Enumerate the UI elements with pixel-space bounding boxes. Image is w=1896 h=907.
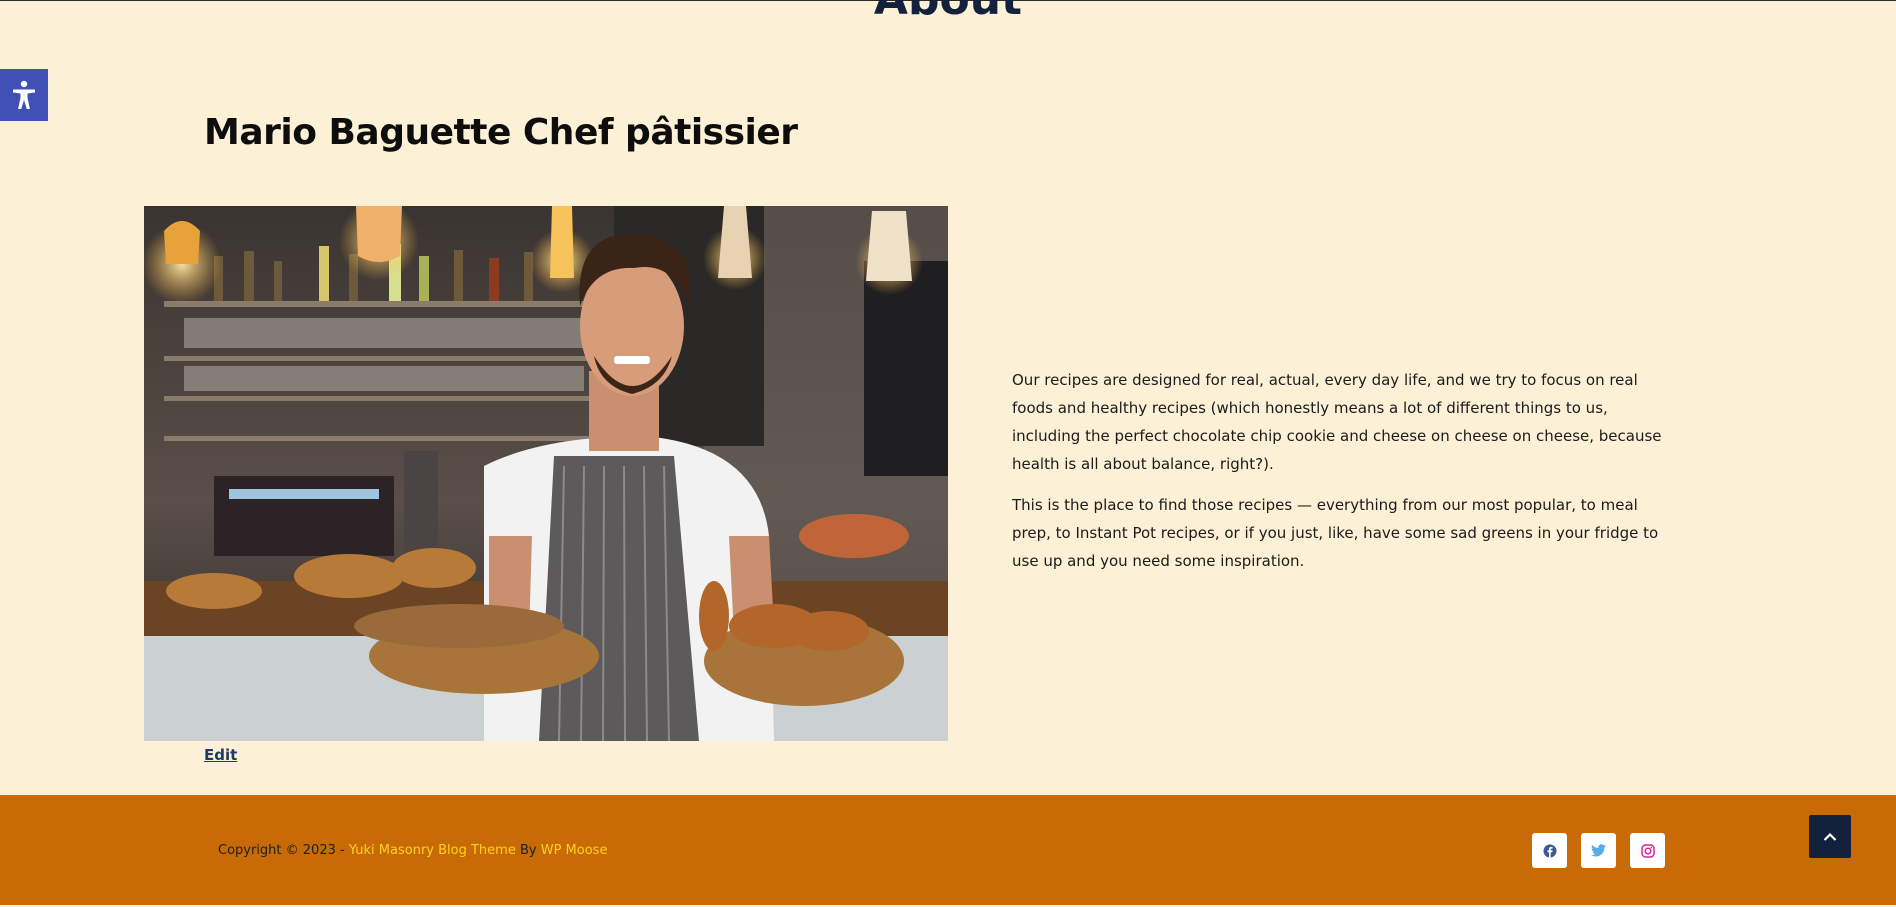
author-link[interactable]: WP Moose — [541, 843, 608, 858]
copyright: Copyright © 2023 - Yuki Masonry Blog The… — [218, 843, 607, 858]
chef-heading: Mario Baguette Chef pâtissier — [204, 112, 798, 153]
copyright-by: By — [515, 843, 541, 858]
accessibility-icon — [13, 80, 35, 109]
about-text: Our recipes are designed for real, actua… — [1012, 366, 1680, 588]
page-title: About — [0, 0, 1896, 22]
site-footer: Copyright © 2023 - Yuki Masonry Blog The… — [0, 795, 1896, 907]
instagram-button[interactable] — [1630, 833, 1665, 868]
accessibility-toolbar-button[interactable] — [0, 69, 48, 121]
facebook-icon — [1543, 844, 1556, 857]
theme-link[interactable]: Yuki Masonry Blog Theme — [349, 843, 516, 858]
facebook-button[interactable] — [1532, 833, 1567, 868]
about-paragraph: This is the place to find those recipes … — [1012, 496, 1659, 570]
edit-link[interactable]: Edit — [204, 746, 237, 764]
twitter-icon — [1591, 844, 1606, 857]
about-paragraph: Our recipes are designed for real, actua… — [1012, 371, 1662, 473]
back-to-top-button[interactable] — [1809, 815, 1851, 858]
chevron-up-icon — [1823, 832, 1837, 841]
chef-photo — [144, 206, 948, 741]
twitter-button[interactable] — [1581, 833, 1616, 868]
copyright-text: Copyright © 2023 - — [218, 843, 349, 858]
instagram-icon — [1640, 843, 1655, 858]
